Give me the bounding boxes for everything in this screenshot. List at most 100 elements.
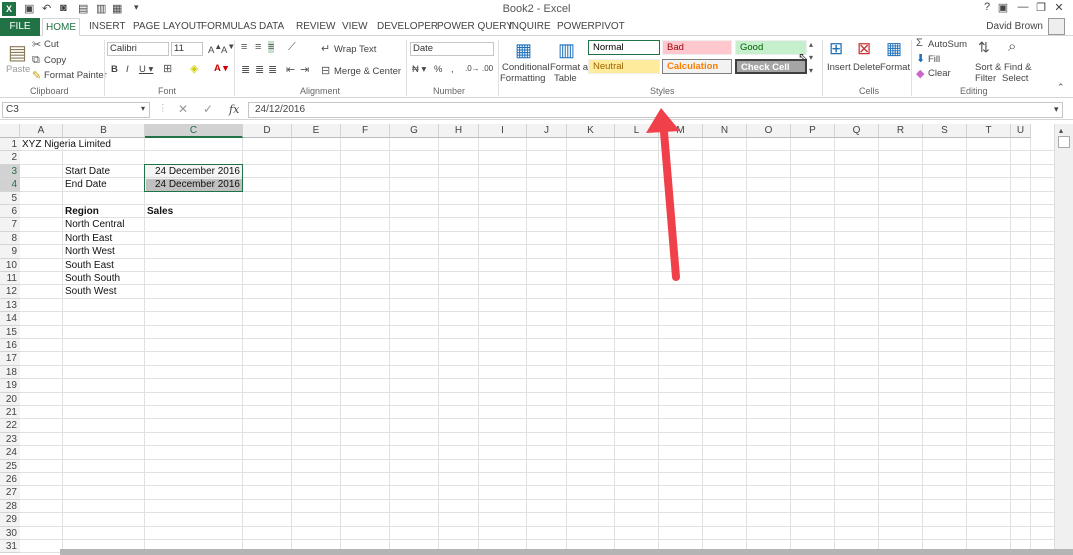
style-check-cell[interactable]: Check Cell [735,59,807,74]
column-header-e[interactable]: E [292,124,341,138]
column-header-a[interactable]: A [20,124,63,138]
row-header-8[interactable]: 8 [0,231,20,246]
align-top-icon[interactable]: ≡ [241,41,247,53]
formula-input[interactable]: 24/12/2016 [248,102,1063,118]
percent-button[interactable]: % [434,64,442,75]
delete-cells-button[interactable]: Delete [853,62,880,73]
tab-review[interactable]: REVIEW [296,18,335,36]
tab-powerpivot[interactable]: POWERPIVOT [557,18,625,36]
row-header-3[interactable]: 3 [0,164,20,179]
tab-page-layout[interactable]: PAGE LAYOUT [133,18,202,36]
number-format-select[interactable]: Date [410,42,494,56]
row-header-24[interactable]: 24 [0,446,20,460]
help-icon[interactable]: ? [980,1,994,13]
find-select-button[interactable]: Find & [1004,62,1031,73]
confirm-entry-icon[interactable]: ✓ [203,102,213,116]
row-header-29[interactable]: 29 [0,513,20,527]
column-header-n[interactable]: N [703,124,747,138]
align-center-icon[interactable]: ≣ [255,63,264,76]
paste-button[interactable]: Paste [6,64,30,75]
borders-icon[interactable]: ⊞ [163,62,172,75]
tab-view[interactable]: VIEW [342,18,368,36]
find-select-button-line2[interactable]: Select [1002,73,1028,84]
column-header-o[interactable]: O [747,124,791,138]
style-neutral[interactable]: Neutral [588,59,660,74]
cell-b9[interactable]: North West [65,245,115,258]
font-color-button[interactable]: A ▾ [214,63,228,74]
column-header-t[interactable]: T [967,124,1011,138]
column-header-f[interactable]: F [341,124,390,138]
row-header-18[interactable]: 18 [0,365,20,380]
row-header-15[interactable]: 15 [0,325,20,339]
tab-inquire[interactable]: INQUIRE [509,18,551,36]
italic-button[interactable]: I [126,64,129,75]
style-normal[interactable]: Normal [588,40,660,55]
tab-file[interactable]: FILE [0,18,40,36]
format-as-table-button[interactable]: Format as [550,62,593,73]
row-header-7[interactable]: 7 [0,218,20,232]
row-header-9[interactable]: 9 [0,245,20,259]
merge-center-button[interactable]: Merge & Center [334,66,401,77]
row-header-20[interactable]: 20 [0,392,20,406]
styles-more-icon[interactable]: ▾ [809,66,813,75]
minimize-icon[interactable]: — [1016,1,1030,13]
cell-b8[interactable]: North East [65,232,112,245]
cell-b11[interactable]: South South [65,272,120,285]
row-header-26[interactable]: 26 [0,473,20,487]
tab-data[interactable]: DATA [259,18,284,36]
row-header-23[interactable]: 23 [0,432,20,447]
align-bottom-icon[interactable]: ≡ [268,41,275,53]
name-box-dropdown-icon[interactable]: ▾ [141,104,145,113]
autosum-button[interactable]: AutoSum [928,39,967,50]
conditional-formatting-button-line2[interactable]: Formatting [500,73,545,84]
column-header-j[interactable]: J [527,124,567,138]
row-header-17[interactable]: 17 [0,352,20,366]
cell-b3[interactable]: Start Date [65,165,110,178]
row-header-28[interactable]: 28 [0,499,20,514]
fill-color-icon[interactable]: ◈ [190,62,198,75]
currency-button[interactable]: ₦ ▾ [412,64,426,75]
outdent-icon[interactable]: ⇥ [300,63,309,76]
tab-power-query[interactable]: POWER QUERY [437,18,513,36]
tab-formulas[interactable]: FORMULAS [201,18,257,36]
cut-button[interactable]: Cut [44,39,59,50]
row-header-11[interactable]: 11 [0,272,20,286]
decrease-decimal-button[interactable]: .00 [482,64,493,73]
tab-developer[interactable]: DEVELOPER [377,18,438,36]
vertical-scrollbar[interactable]: ▴ [1054,124,1073,555]
indent-icon[interactable]: ⇤ [286,63,295,76]
select-all-corner[interactable] [0,124,20,138]
user-name[interactable]: David Brown [986,21,1043,32]
row-header-21[interactable]: 21 [0,406,20,420]
column-header-u[interactable]: U [1011,124,1031,138]
column-header-h[interactable]: H [439,124,479,138]
increase-decimal-button[interactable]: .0→ [465,64,480,73]
style-bad[interactable]: Bad [662,40,732,55]
styles-scroll-up-icon[interactable]: ▴ [809,40,813,49]
row-header-30[interactable]: 30 [0,526,20,540]
row-header-1[interactable]: 1 [0,138,20,152]
conditional-formatting-button[interactable]: Conditional [502,62,550,73]
collapse-ribbon-icon[interactable]: ⌃ [1057,82,1065,93]
format-as-table-button-line2[interactable]: Table [554,73,577,84]
scroll-thumb[interactable] [1058,136,1070,148]
font-name-select[interactable]: Calibri [107,42,169,56]
restore-icon[interactable]: ❐ [1034,1,1048,14]
underline-button[interactable]: U ▾ [139,64,153,75]
column-header-q[interactable]: Q [835,124,879,138]
insert-function-icon[interactable]: fx [229,103,239,116]
row-header-19[interactable]: 19 [0,379,20,393]
row-header-6[interactable]: 6 [0,205,20,219]
sort-filter-button[interactable]: Sort & [975,62,1001,73]
row-header-5[interactable]: 5 [0,191,20,205]
row-header-16[interactable]: 16 [0,339,20,353]
avatar[interactable] [1048,18,1065,35]
wrap-text-button[interactable]: Wrap Text [334,44,376,55]
align-left-icon[interactable]: ≣ [241,63,250,76]
sort-filter-button-line2[interactable]: Filter [975,73,996,84]
row-header-14[interactable]: 14 [0,312,20,326]
align-middle-icon[interactable]: ≡ [255,41,261,53]
column-header-p[interactable]: P [791,124,835,138]
style-good[interactable]: Good [735,40,807,55]
cell-b12[interactable]: South West [65,285,117,298]
